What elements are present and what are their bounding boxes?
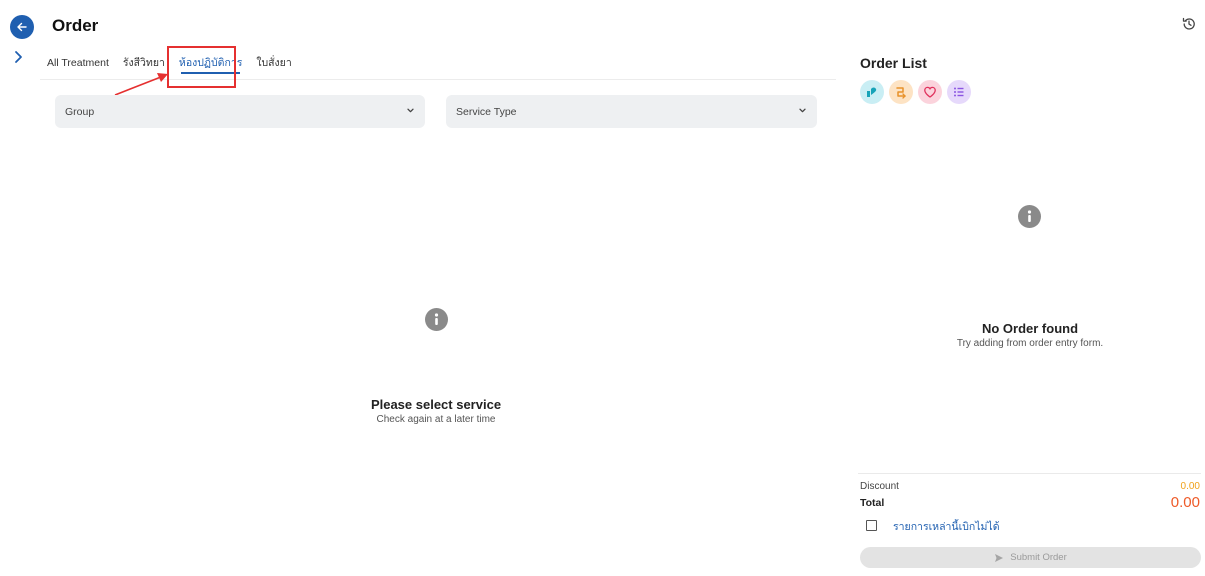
service-type-select[interactable]: Service Type	[446, 95, 817, 128]
info-icon	[1018, 205, 1041, 228]
tab-radiology[interactable]: รังสีวิทยา	[116, 46, 172, 79]
discount-value: 0.00	[1180, 481, 1200, 492]
submit-order-label: Submit Order	[1010, 552, 1067, 563]
list-filter-button[interactable]	[947, 80, 971, 104]
heart-icon	[924, 86, 936, 98]
submit-order-button[interactable]: Submit Order	[860, 547, 1201, 568]
back-button[interactable]	[10, 15, 34, 39]
chevron-down-icon	[407, 108, 414, 113]
tab-laboratory[interactable]: ห้องปฏิบัติการ	[172, 46, 249, 79]
empty-state-title: Please select service	[370, 397, 502, 412]
favorite-filter-button[interactable]	[918, 80, 942, 104]
total-label: Total	[860, 497, 885, 509]
treatment-icon	[867, 87, 877, 97]
treatment-filter-button[interactable]	[860, 80, 884, 104]
non-claimable-checkbox[interactable]	[866, 520, 877, 531]
info-icon	[425, 308, 448, 331]
chevron-down-icon	[799, 108, 806, 113]
order-filter-icons	[860, 80, 971, 104]
list-icon	[954, 87, 964, 97]
order-page: Order All Treatment รังสีวิทยา ห้องปฏิบั…	[0, 0, 1205, 576]
tab-all-treatment[interactable]: All Treatment	[40, 46, 116, 79]
send-icon	[995, 553, 1004, 562]
order-empty-title: No Order found	[981, 321, 1079, 336]
service-empty-state: Please select service Check again at a l…	[300, 397, 572, 425]
history-icon[interactable]	[1181, 16, 1197, 32]
chevron-right-icon[interactable]	[13, 50, 25, 64]
order-empty-subtitle: Try adding from order entry form.	[956, 338, 1104, 349]
order-list-title: Order List	[860, 55, 927, 71]
arrow-left-icon	[17, 22, 27, 32]
total-value: 0.00	[1170, 494, 1200, 511]
procedure-icon	[896, 87, 906, 99]
discount-label: Discount	[860, 481, 899, 492]
tab-prescription[interactable]: ใบสั่งยา	[249, 46, 298, 79]
non-claimable-label[interactable]: รายการเหล่านี้เบิกไม่ได้	[893, 518, 1000, 535]
order-empty-state: No Order found Try adding from order ent…	[890, 321, 1170, 349]
totals-divider	[858, 473, 1201, 474]
category-tabs: All Treatment รังสีวิทยา ห้องปฏิบัติการ …	[40, 46, 836, 80]
page-title: Order	[52, 16, 99, 35]
group-select-label: Group	[65, 105, 95, 118]
service-type-select-label: Service Type	[456, 105, 517, 118]
empty-state-subtitle: Check again at a later time	[376, 414, 496, 425]
procedure-filter-button[interactable]	[889, 80, 913, 104]
group-select[interactable]: Group	[55, 95, 425, 128]
